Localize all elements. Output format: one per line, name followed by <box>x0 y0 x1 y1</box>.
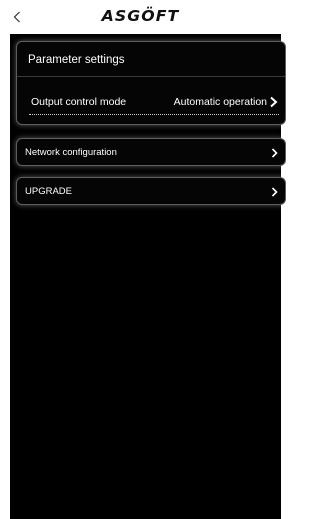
chevron-right-icon <box>271 148 278 158</box>
network-configuration-item[interactable]: Network configuration <box>16 138 286 166</box>
upgrade-item[interactable]: UPGRADE <box>16 177 286 205</box>
brand-logo: ASGÖFT <box>101 7 180 25</box>
divider <box>17 76 285 77</box>
output-control-mode-value: Automatic operation <box>173 96 267 108</box>
chevron-right-icon <box>271 187 278 197</box>
network-configuration-label: Network configuration <box>25 147 117 158</box>
output-control-mode-label: Output control mode <box>31 96 127 108</box>
output-control-mode-row[interactable]: Output control mode Automatic operation <box>17 90 285 116</box>
top-bar: ASGÖFT <box>0 0 281 34</box>
parameter-settings-title: Parameter settings <box>28 54 125 66</box>
upgrade-label: UPGRADE <box>25 186 72 197</box>
settings-screen: Parameter settings Output control mode A… <box>10 34 286 519</box>
parameter-settings-card: Parameter settings Output control mode A… <box>16 41 286 125</box>
dotted-divider <box>29 114 279 115</box>
chevron-right-icon <box>270 96 278 108</box>
